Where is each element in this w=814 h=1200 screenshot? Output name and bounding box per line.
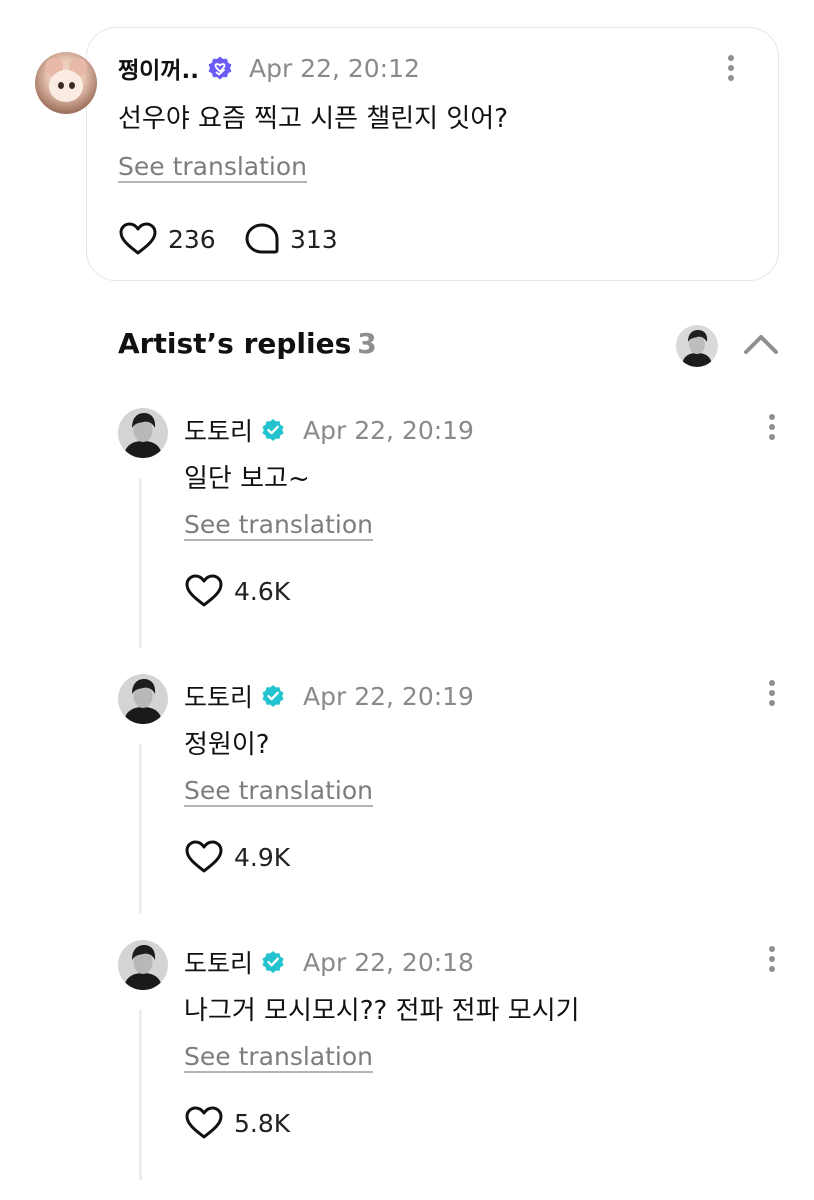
- post-timestamp: Apr 22, 20:12: [248, 53, 420, 83]
- reply-author-name[interactable]: 도토리: [184, 412, 253, 448]
- reply-more-icon[interactable]: [762, 678, 782, 708]
- reply-more-icon[interactable]: [762, 412, 782, 442]
- more-dot: [769, 700, 775, 706]
- artist-avatar-small[interactable]: [676, 325, 718, 367]
- more-dot: [769, 946, 775, 952]
- reply-like-count: 5.8K: [234, 1108, 291, 1138]
- more-dot: [769, 680, 775, 686]
- reply-like-button[interactable]: 4.6K: [184, 574, 290, 608]
- heart-icon: [185, 840, 223, 873]
- reply-timestamp: Apr 22, 20:19: [303, 681, 474, 711]
- post-see-translation-link[interactable]: See translation: [118, 152, 307, 181]
- artist-replies-label: Artist’s replies: [118, 327, 352, 360]
- heart-icon: [185, 1106, 223, 1139]
- thread-line: [139, 1010, 142, 1180]
- more-dot: [769, 424, 775, 430]
- artist-avatar[interactable]: [118, 674, 168, 724]
- post-author-name[interactable]: 쩡이꺼..: [118, 51, 199, 85]
- heart-icon: [185, 574, 223, 607]
- reply-like-button[interactable]: 4.9K: [184, 840, 290, 874]
- artist-reply: 도토리 Apr 22, 20:19 정원이? See translation 4…: [0, 666, 814, 932]
- reply-header: 도토리 Apr 22, 20:18: [184, 944, 474, 980]
- verified-artist-icon: [262, 419, 284, 441]
- more-dot: [769, 966, 775, 972]
- artist-replies-count: 3: [357, 327, 377, 360]
- more-dot: [769, 434, 775, 440]
- avatar-eye-right: [69, 82, 75, 89]
- reply-timestamp: Apr 22, 20:19: [303, 415, 474, 445]
- collapse-chevron-up-icon[interactable]: [742, 330, 780, 358]
- verified-fan-icon: [208, 56, 232, 80]
- verified-artist-icon: [262, 685, 284, 707]
- verified-artist-icon: [262, 951, 284, 973]
- reply-like-count: 4.9K: [234, 842, 291, 872]
- thread-line: [139, 744, 142, 914]
- artist-reply: 도토리 Apr 22, 20:19 일단 보고~ See translation…: [0, 400, 814, 666]
- artist-avatar[interactable]: [118, 408, 168, 458]
- more-dot: [728, 55, 734, 61]
- reply-author-name[interactable]: 도토리: [184, 944, 253, 980]
- reply-timestamp: Apr 22, 20:18: [303, 947, 474, 977]
- reply-see-translation-link[interactable]: See translation: [184, 776, 373, 805]
- artist-replies-title: Artist’s replies 3: [118, 327, 377, 360]
- comment-bubble-icon: [245, 223, 279, 254]
- more-dot: [769, 956, 775, 962]
- reply-text: 정원이?: [184, 730, 270, 760]
- thread-line: [139, 478, 142, 648]
- page: 쩡이꺼.. Apr 22, 20:12 선우야 요즘 찍고 시픈 챌린지 잇어?…: [0, 0, 814, 1200]
- reply-header: 도토리 Apr 22, 20:19: [184, 678, 474, 714]
- reply-more-icon[interactable]: [762, 944, 782, 974]
- reply-see-translation-link[interactable]: See translation: [184, 1042, 373, 1071]
- more-dot: [728, 75, 734, 81]
- avatar-face: [49, 70, 83, 102]
- reply-like-button[interactable]: 5.8K: [184, 1106, 290, 1140]
- post-like-count: 236: [168, 224, 216, 254]
- more-dot: [769, 414, 775, 420]
- artist-reply: 도토리 Apr 22, 20:18 나그거 모시모시?? 전파 전파 모시기 S…: [0, 932, 814, 1198]
- reply-header: 도토리 Apr 22, 20:19: [184, 412, 474, 448]
- post-comment-count: 313: [290, 224, 338, 254]
- post-more-icon[interactable]: [721, 53, 741, 83]
- artist-avatar[interactable]: [118, 940, 168, 990]
- reply-like-count: 4.6K: [234, 576, 291, 606]
- post-like-button[interactable]: 236: [118, 222, 216, 256]
- heart-icon: [119, 222, 157, 255]
- reply-text: 나그거 모시모시?? 전파 전파 모시기: [184, 996, 580, 1026]
- fan-avatar[interactable]: [35, 52, 97, 114]
- post-text: 선우야 요즘 찍고 시픈 챌린지 잇어?: [118, 104, 509, 134]
- more-dot: [769, 690, 775, 696]
- reply-text: 일단 보고~: [184, 464, 310, 494]
- avatar-eye-left: [58, 82, 64, 89]
- reply-author-name[interactable]: 도토리: [184, 678, 253, 714]
- reply-see-translation-link[interactable]: See translation: [184, 510, 373, 539]
- more-dot: [728, 65, 734, 71]
- post-header: 쩡이꺼.. Apr 22, 20:12: [118, 50, 420, 86]
- post-comment-button[interactable]: 313: [244, 222, 338, 256]
